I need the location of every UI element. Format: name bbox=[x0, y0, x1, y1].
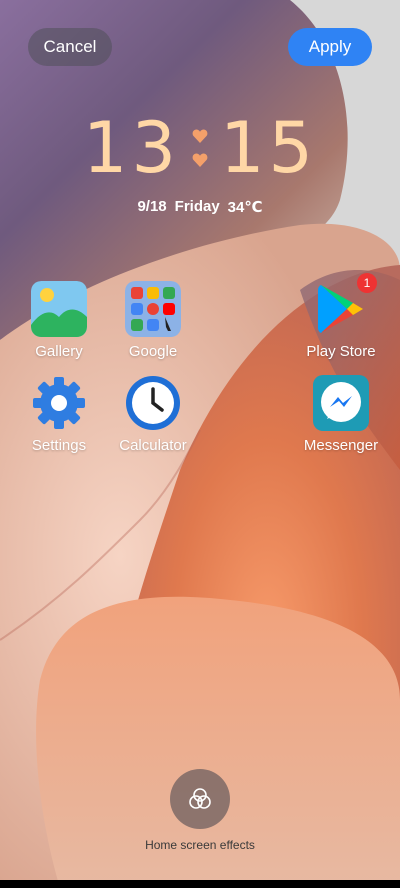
home-screen-effects-button[interactable] bbox=[170, 769, 230, 829]
app-settings[interactable]: Settings bbox=[9, 375, 109, 454]
app-messenger[interactable]: Messenger bbox=[291, 375, 391, 454]
navigation-bar bbox=[0, 880, 400, 888]
clock-widget: 13 15 bbox=[0, 107, 400, 189]
clock-icon bbox=[126, 376, 180, 430]
app-label: Play Store bbox=[306, 343, 376, 360]
app-label: Gallery bbox=[35, 343, 83, 360]
app-label: Calculator bbox=[119, 437, 187, 454]
date-weather: 9/18 Friday 34℃ bbox=[0, 198, 400, 216]
cancel-button[interactable]: Cancel bbox=[28, 28, 112, 66]
app-gallery[interactable]: Gallery bbox=[9, 281, 109, 360]
settings-gear-icon bbox=[33, 377, 85, 429]
heart-icon bbox=[192, 129, 208, 143]
clock-minutes: 15 bbox=[220, 107, 318, 189]
app-label: Messenger bbox=[303, 437, 379, 454]
date-text: 9/18 bbox=[137, 198, 167, 215]
weekday-text: Friday bbox=[174, 198, 220, 215]
app-label: Settings bbox=[31, 437, 87, 454]
heart-icon bbox=[192, 153, 208, 167]
messenger-icon bbox=[313, 375, 369, 431]
clock-hours: 13 bbox=[82, 107, 180, 189]
app-play-store[interactable]: 1 Play Store bbox=[291, 273, 391, 360]
gallery-icon bbox=[31, 281, 87, 337]
app-google-folder[interactable]: Google bbox=[103, 281, 203, 360]
effects-icon bbox=[189, 788, 211, 809]
home-screen-effects-label: Home screen effects bbox=[145, 838, 255, 852]
app-label: Google bbox=[128, 343, 178, 360]
google-folder-icon bbox=[125, 281, 181, 337]
app-calculator[interactable]: Calculator bbox=[103, 375, 203, 454]
play-store-icon-wrap: 1 bbox=[313, 273, 377, 337]
apply-button[interactable]: Apply bbox=[288, 28, 372, 66]
temperature-text: 34℃ bbox=[227, 199, 263, 216]
notification-badge: 1 bbox=[357, 273, 377, 293]
clock-separator bbox=[192, 129, 208, 167]
